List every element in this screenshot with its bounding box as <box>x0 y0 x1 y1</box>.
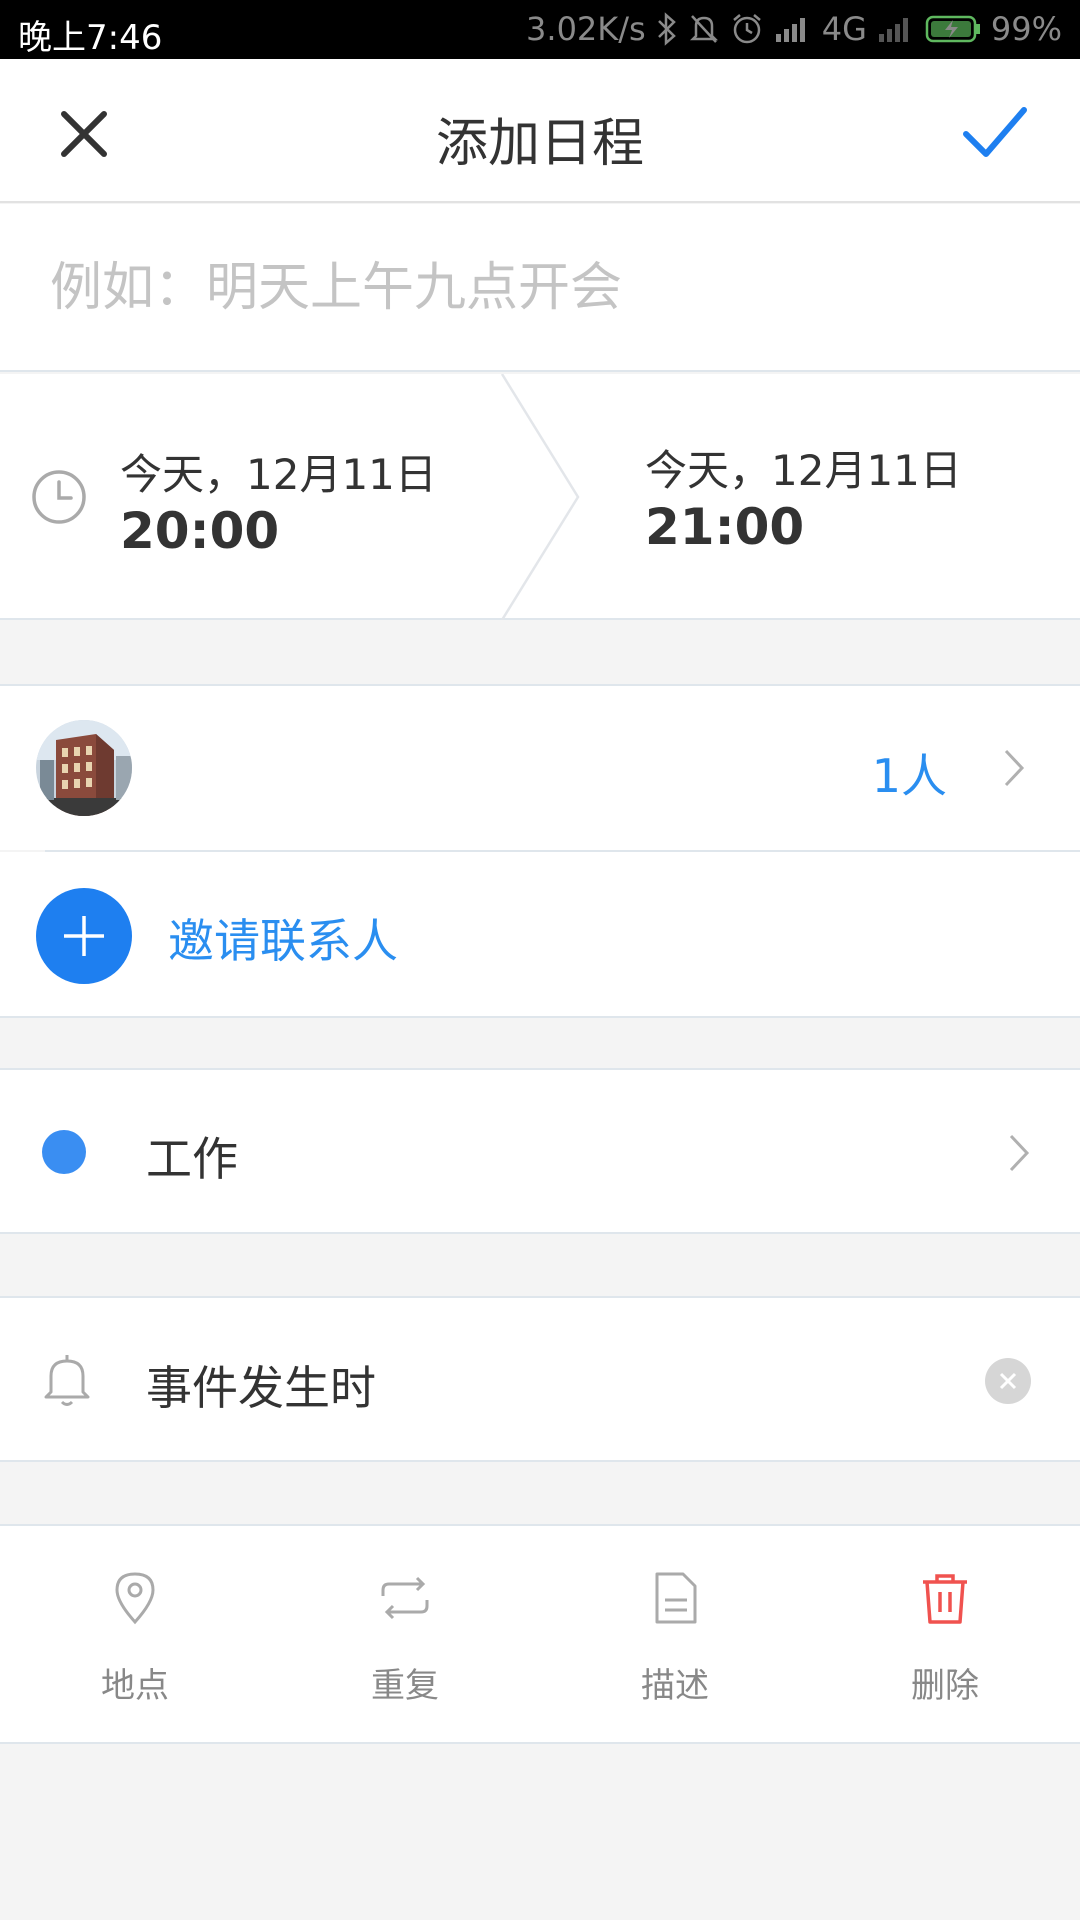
description-label: 描述 <box>641 1666 709 1706</box>
signal-empty-icon <box>878 18 908 42</box>
network-type: 4G <box>821 10 867 48</box>
avatar <box>36 720 132 816</box>
event-title-input[interactable] <box>48 252 1028 324</box>
time-arrow-divider <box>500 374 580 620</box>
attendee-count: 1人 <box>871 749 947 803</box>
invite-contacts-label: 邀请联系人 <box>168 914 398 968</box>
invite-plus-button[interactable] <box>36 888 132 984</box>
start-time: 20:00 <box>120 502 280 560</box>
location-label: 地点 <box>101 1666 169 1706</box>
description-button[interactable]: 描述 <box>540 1524 810 1744</box>
category-color-dot <box>42 1130 86 1174</box>
delete-label: 删除 <box>911 1666 979 1706</box>
plus-icon <box>64 916 104 956</box>
end-date: 今天，12月11日 <box>645 446 962 495</box>
status-time: 晚上7:46 <box>18 18 163 58</box>
battery-level: 99% <box>990 10 1062 48</box>
end-time-picker[interactable]: 今天，12月11日 21:00 <box>645 444 962 556</box>
page-title: 添加日程 <box>435 114 644 174</box>
repeat-button[interactable]: 重复 <box>270 1524 540 1744</box>
location-pin-icon <box>115 1572 155 1625</box>
location-button[interactable]: 地点 <box>0 1524 270 1744</box>
invite-contacts-row[interactable] <box>0 852 1080 1018</box>
status-bar: 晚上7:46 3.02K/s 4G 99% <box>0 0 1080 59</box>
delete-button[interactable]: 删除 <box>810 1524 1080 1744</box>
bluetooth-icon <box>657 12 676 46</box>
chevron-right-icon <box>1004 749 1025 787</box>
repeat-label: 重复 <box>371 1666 439 1706</box>
reminder-label: 事件发生时 <box>146 1361 376 1415</box>
clear-reminder-button[interactable] <box>985 1358 1031 1404</box>
signal-icon <box>775 18 805 42</box>
confirm-button[interactable] <box>962 102 1028 162</box>
clear-icon <box>999 1372 1017 1390</box>
check-icon <box>963 107 1027 157</box>
header-bar: 添加日程 <box>0 59 1080 203</box>
end-time: 21:00 <box>645 498 805 556</box>
alarm-icon <box>732 14 761 44</box>
clock-icon <box>32 470 86 524</box>
event-title-row <box>0 204 1080 372</box>
repeat-icon <box>381 1576 429 1620</box>
network-speed: 3.02K/s <box>526 10 646 48</box>
mute-icon <box>689 15 718 43</box>
start-time-picker[interactable]: 今天，12月11日 20:00 <box>120 448 437 560</box>
bell-icon <box>44 1355 90 1406</box>
chevron-right-icon <box>1009 1134 1030 1172</box>
category-label: 工作 <box>146 1132 238 1186</box>
battery-icon <box>925 15 980 43</box>
trash-icon <box>923 1574 967 1624</box>
document-icon <box>655 1572 697 1624</box>
start-date: 今天，12月11日 <box>120 450 437 499</box>
status-indicators: 3.02K/s 4G 99% <box>526 10 1062 48</box>
